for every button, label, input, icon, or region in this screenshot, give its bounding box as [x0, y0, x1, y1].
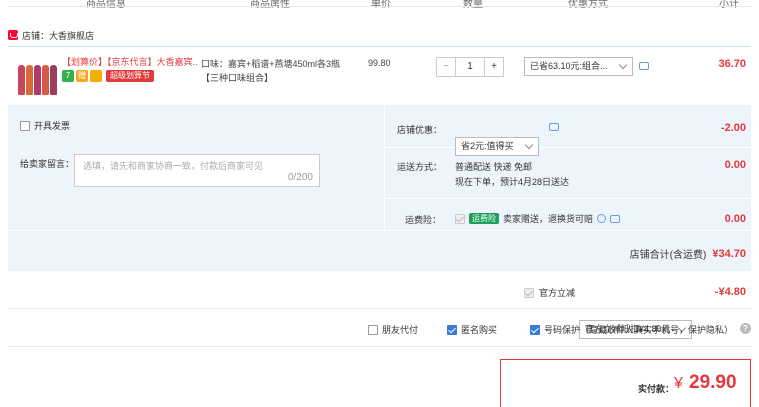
col-attr: 商品属性 [250, 0, 290, 10]
insurance-amount: 0.00 [724, 213, 746, 225]
product-badges: 7 赠 超级划算节 [62, 70, 154, 82]
seven-day-return-icon: 7 [62, 70, 74, 82]
shop-row: 店铺：大香旗舰店 [8, 28, 94, 42]
col-promo: 优惠方式 [568, 0, 608, 10]
insurance-text: 卖家赠送，退换货可赔 [503, 214, 594, 224]
promo-info-icon[interactable] [639, 62, 649, 70]
quantity-input[interactable]: 1 [456, 57, 484, 77]
invoice-label: 开具发票 [34, 121, 71, 131]
friend-pay-option[interactable]: 朋友代付 [368, 323, 418, 336]
friend-pay-checkbox[interactable] [368, 324, 378, 335]
quantity-decrease-button[interactable]: − [436, 57, 456, 77]
payment-amount: 29.90 [689, 372, 737, 393]
privacy-checkbox[interactable] [530, 324, 540, 335]
item-promo-select[interactable]: 已省63.10元:组合... [524, 57, 633, 76]
shop-discount-select[interactable]: 省2元:值得买 [455, 137, 539, 156]
shop-discount-info-icon[interactable] [549, 123, 559, 131]
insurance-info-icon[interactable] [597, 214, 607, 223]
payment-summary: 实付款： ¥ 29.90 [500, 359, 751, 407]
insurance-label: 运费险： [405, 215, 442, 225]
payment-label: 实付款： [638, 384, 675, 394]
shop-total: 店铺合计(含运费) ¥34.70 [629, 246, 746, 262]
official-discount-label: 官方立减 [539, 288, 576, 298]
official-divider [8, 308, 751, 309]
promo-badge: 超级划算节 [106, 70, 154, 82]
shipping-eta: 现在下单，预计4月28日送达 [455, 177, 570, 187]
header-divider [8, 6, 751, 7]
col-qty: 数量 [463, 0, 483, 10]
payment-currency: ¥ [674, 375, 683, 392]
quantity-stepper: − 1 + [436, 57, 504, 77]
message-textarea[interactable]: 选填，请先和商家协商一致，付款后商家可见 0/200 [74, 154, 320, 187]
shipping-label: 运送方式： [397, 162, 443, 172]
product-thumbnail[interactable] [16, 57, 58, 97]
insurance-checkbox [455, 213, 465, 224]
shop-icon [8, 30, 18, 40]
col-info: 商品信息 [86, 0, 126, 10]
shop-discount-label: 店铺优惠： [397, 125, 443, 135]
shipping-amount: 0.00 [724, 159, 746, 171]
shop-name[interactable]: 店铺：大香旗舰店 [22, 29, 94, 42]
quantity-increase-button[interactable]: + [484, 57, 504, 77]
official-discount-amount: -¥4.80 [714, 286, 746, 298]
unit-price: 99.80 [368, 58, 391, 68]
message-label: 给卖家留言： [20, 159, 75, 169]
product-title[interactable]: 【划算价】【京东代言】大香嘉宾... [62, 56, 198, 68]
card-icon [90, 70, 102, 82]
insurance-chat-icon[interactable] [610, 214, 621, 223]
insurance-tag: 运费险 [469, 213, 499, 224]
shipping-line-1: 普通配送 快递 免邮 [455, 162, 533, 172]
privacy-option[interactable]: 号码保护（隐藏收件人真实手机号，保护隐私） [530, 323, 733, 336]
anonymous-checkbox[interactable] [447, 324, 457, 335]
options-divider [8, 346, 751, 347]
col-subtotal: 小计 [719, 0, 739, 10]
shop-total-amount: ¥34.70 [712, 247, 746, 260]
shipping-method: 普通配送 快递 免邮 现在下单，预计4月28日送达 [455, 160, 569, 190]
shop-discount-amount: -2.00 [720, 122, 746, 134]
col-price: 单价 [371, 0, 391, 10]
invoice-checkbox[interactable] [20, 120, 30, 131]
message-counter: 0/200 [287, 172, 313, 183]
invoice-option[interactable]: 开具发票 [20, 119, 70, 132]
help-icon[interactable]: ? [740, 323, 751, 334]
product-attributes: 口味：嘉宾+稻谱+燕塘450ml各3瓶【三种口味组合】 [201, 59, 341, 83]
insurance-option: 运费险 卖家赠送，退换货可赔 [455, 212, 621, 225]
official-discount-option: 官方立减 [524, 286, 575, 299]
anonymous-label: 匿名购买 [461, 325, 498, 335]
gift-icon: 赠 [76, 70, 88, 82]
friend-pay-label: 朋友代付 [382, 325, 419, 335]
message-placeholder: 选填，请先和商家协商一致，付款后商家可见 [83, 161, 264, 171]
privacy-label: 号码保护（隐藏收件人真实手机号，保护隐私） [544, 325, 734, 335]
official-discount-checkbox [524, 287, 534, 298]
anonymous-option[interactable]: 匿名购买 [447, 323, 497, 336]
shop-total-label: 店铺合计(含运费) [629, 250, 707, 261]
item-subtotal: 36.70 [718, 58, 746, 70]
shop-divider [8, 46, 751, 47]
